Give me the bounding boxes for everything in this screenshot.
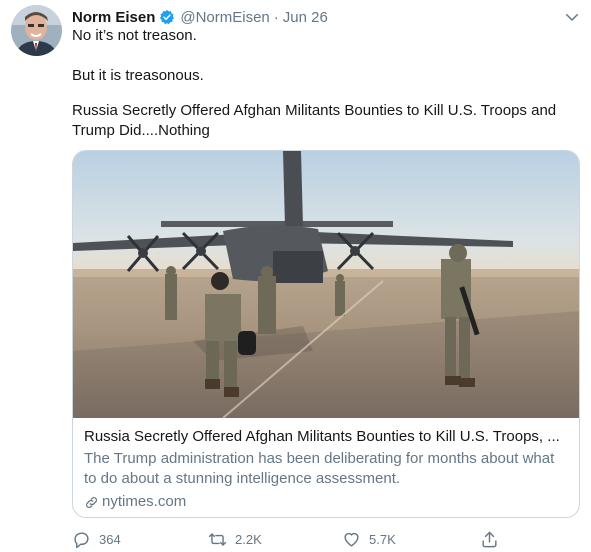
reply-icon: [74, 531, 89, 548]
retweet-icon: [208, 532, 227, 546]
avatar[interactable]: [11, 5, 62, 56]
share-button[interactable]: [480, 530, 507, 549]
tweet-text-line-2: But it is treasonous.: [72, 67, 204, 84]
reply-button[interactable]: 364: [72, 530, 121, 549]
heart-icon: [344, 532, 359, 547]
avatar-image: [11, 5, 62, 56]
card-body: Russia Secretly Offered Afghan Militants…: [73, 418, 579, 512]
retweet-count: 2.2K: [235, 531, 262, 547]
card-domain: nytimes.com: [84, 492, 568, 512]
card-domain-text: nytimes.com: [102, 493, 187, 510]
link-preview-card[interactable]: Russia Secretly Offered Afghan Militants…: [72, 150, 580, 518]
author-handle[interactable]: @NormEisen: [180, 9, 269, 26]
verified-badge-icon: [160, 10, 175, 25]
tweet-date[interactable]: Jun 26: [283, 9, 328, 26]
reply-count: 364: [99, 531, 121, 547]
like-button[interactable]: 5.7K: [342, 530, 396, 549]
retweet-button[interactable]: 2.2K: [208, 530, 262, 549]
card-title: Russia Secretly Offered Afghan Militants…: [84, 428, 560, 445]
share-icon: [482, 531, 497, 547]
separator-dot: ·: [273, 8, 279, 26]
chevron-down-icon[interactable]: [563, 8, 581, 26]
link-icon: [86, 496, 97, 508]
card-description: The Trump administration has been delibe…: [84, 450, 555, 487]
tweet-text-line-1: No it’s not treason.: [72, 27, 197, 44]
like-count: 5.7K: [369, 531, 396, 547]
tweet-text-line-3: Russia Secretly Offered Afghan Militants…: [72, 102, 561, 139]
action-bar: 364 2.2K 5.7K: [72, 528, 502, 550]
author-name[interactable]: Norm Eisen: [72, 9, 155, 26]
military-aircraft-photo: [73, 151, 579, 418]
